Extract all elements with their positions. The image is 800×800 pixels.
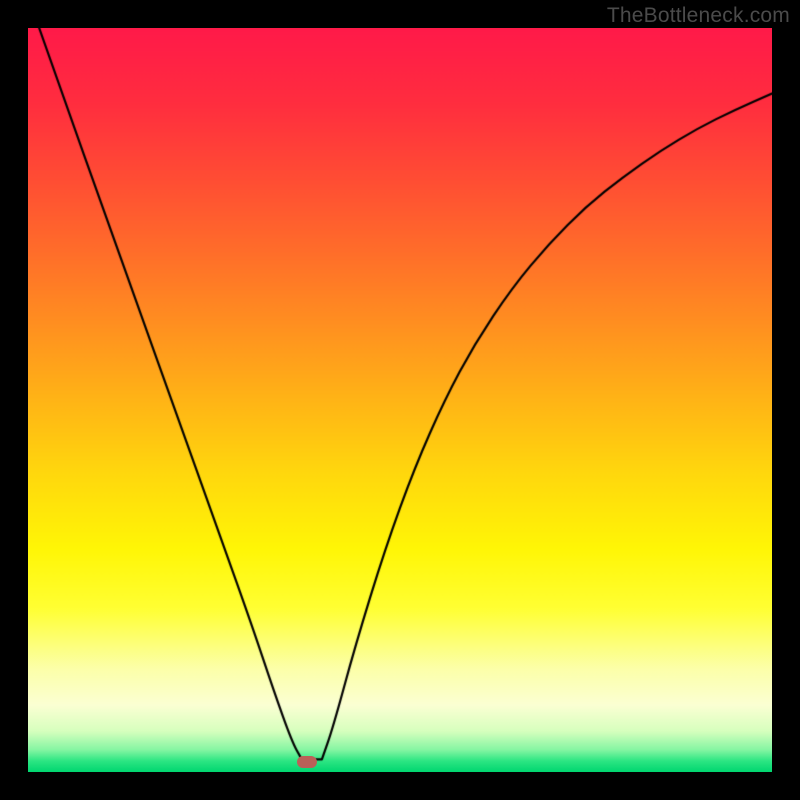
watermark-text: TheBottleneck.com — [607, 4, 790, 28]
optimum-marker — [297, 756, 317, 768]
chart-frame: TheBottleneck.com — [0, 0, 800, 800]
plot-area — [28, 28, 772, 772]
bottleneck-curve — [28, 28, 772, 772]
